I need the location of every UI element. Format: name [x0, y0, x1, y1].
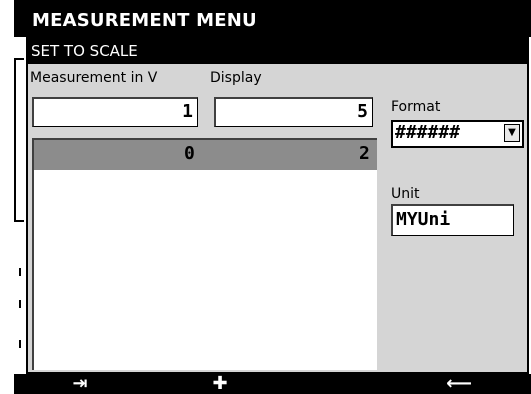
measurement-input[interactable]: 1 [32, 97, 198, 127]
header-bar: MEASUREMENT MENU [14, 0, 531, 37]
background-window-frame [14, 58, 24, 222]
background-tick [19, 340, 21, 348]
set-to-scale-dialog: SET TO SCALE Measurement in V Display 1 … [26, 37, 529, 374]
background-tick [19, 268, 21, 276]
tab-right-icon[interactable]: ⇥ [60, 374, 100, 394]
measurement-screen: MEASUREMENT MENU SET TO SCALE Measuremen… [0, 0, 531, 394]
scale-points-list[interactable]: 0 2 [32, 138, 377, 370]
plus-icon[interactable]: ✚ [200, 374, 240, 394]
format-label: Format [391, 99, 441, 115]
softkey-bar: ⇥ ✚ ⟵ [14, 374, 531, 394]
format-selected-value: ###### [395, 122, 461, 143]
row-measurement-value: 0 [184, 143, 195, 164]
row-display-value: 2 [359, 143, 370, 164]
unit-label: Unit [391, 186, 420, 202]
unit-input[interactable]: MYUni [391, 204, 514, 236]
display-input[interactable]: 5 [214, 97, 373, 127]
display-label: Display [210, 70, 262, 86]
table-row-selected[interactable]: 0 2 [34, 140, 377, 170]
arrow-left-icon[interactable]: ⟵ [439, 374, 479, 394]
background-tick [19, 300, 21, 308]
chevron-down-icon[interactable]: ▼ [504, 124, 520, 142]
dialog-title: SET TO SCALE [28, 39, 527, 64]
format-select[interactable]: ###### ▼ [391, 120, 524, 148]
measurement-label: Measurement in V [30, 70, 158, 86]
page-title: MEASUREMENT MENU [32, 10, 257, 31]
